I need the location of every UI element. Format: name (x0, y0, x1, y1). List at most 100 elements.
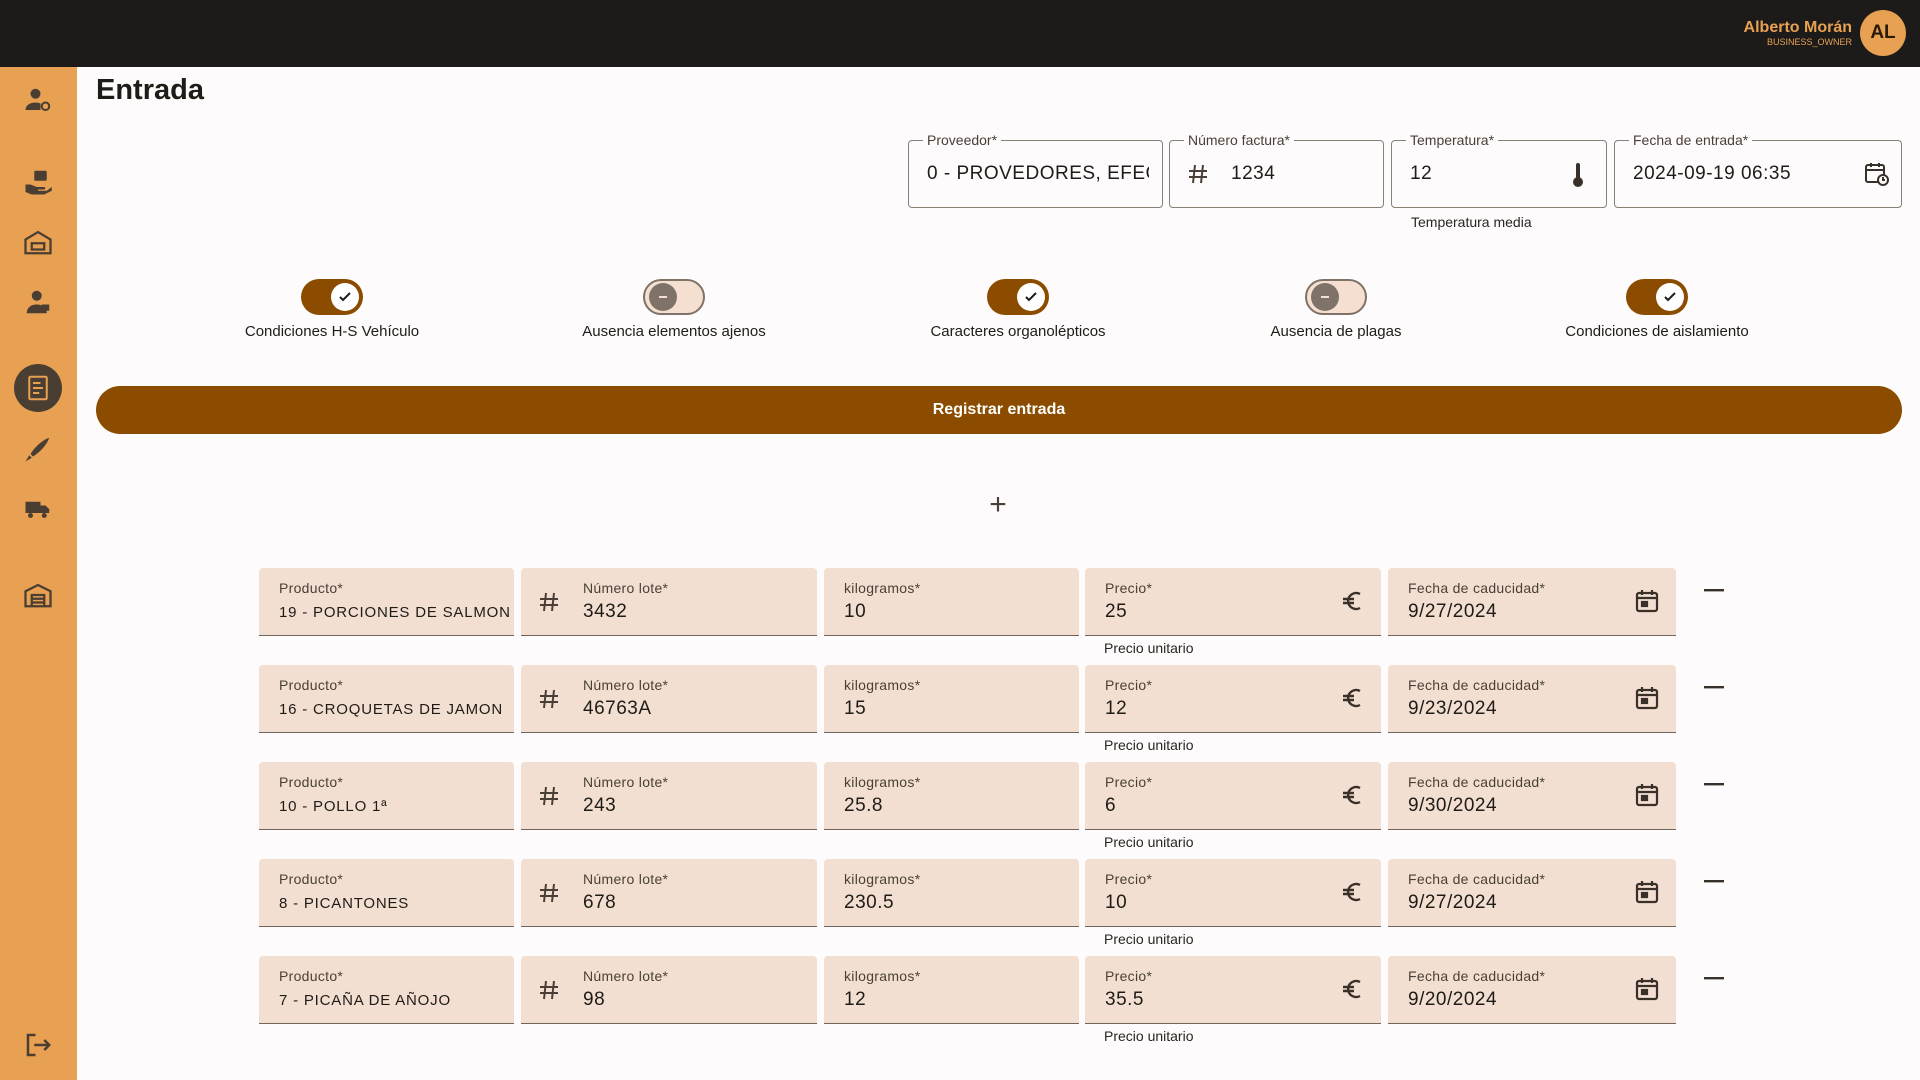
precio-field[interactable]: Precio* 25 (1085, 568, 1381, 636)
nav-employee-icon[interactable] (12, 279, 64, 325)
toggle-label: Condiciones H-S Vehículo (244, 323, 420, 340)
product-row: Producto* 16 - CROQUETAS DE JAMON Número… (259, 665, 1734, 753)
calendar-clock-icon[interactable] (1863, 160, 1891, 193)
euro-icon (1339, 685, 1365, 716)
nav-delivery-truck-icon[interactable] (12, 485, 64, 531)
proveedor-value: 0 - PROVEDORES, EFECTIVO (927, 163, 1149, 184)
remove-row-button[interactable] (1699, 964, 1729, 994)
nav-logout-icon[interactable] (12, 1022, 64, 1068)
hash-icon (537, 978, 561, 1007)
toggle-switch[interactable] (643, 279, 705, 315)
kilogramos-field[interactable]: kilogramos* 12 (824, 956, 1079, 1024)
precio-helper: Precio unitario (1104, 640, 1194, 656)
temperatura-field[interactable]: Temperatura* 12 (1391, 132, 1607, 208)
precio-helper: Precio unitario (1104, 737, 1194, 753)
fecha-caducidad-field[interactable]: Fecha de caducidad* 9/20/2024 (1388, 956, 1676, 1024)
numero-lote-label: Número lote* (583, 774, 669, 790)
kilogramos-label: kilogramos* (844, 580, 921, 596)
numero-lote-field[interactable]: Número lote* 243 (521, 762, 817, 830)
producto-value: 10 - POLLO 1ª (279, 798, 388, 815)
fecha-caducidad-field[interactable]: Fecha de caducidad* 9/27/2024 (1388, 859, 1676, 927)
precio-field[interactable]: Precio* 35.5 (1085, 956, 1381, 1024)
numero-lote-label: Número lote* (583, 871, 669, 887)
fecha-caducidad-value: 9/30/2024 (1408, 795, 1498, 816)
numero-lote-field[interactable]: Número lote* 46763A (521, 665, 817, 733)
minus-icon (1311, 283, 1339, 311)
remove-row-button[interactable] (1699, 867, 1729, 897)
avatar[interactable]: AL (1860, 10, 1906, 56)
precio-field[interactable]: Precio* 12 (1085, 665, 1381, 733)
precio-value: 6 (1105, 795, 1117, 816)
nav-warehouse-icon[interactable] (12, 572, 64, 618)
kilogramos-field[interactable]: kilogramos* 230.5 (824, 859, 1079, 927)
producto-field[interactable]: Producto* 10 - POLLO 1ª (259, 762, 514, 830)
toggle-switch[interactable] (1626, 279, 1688, 315)
precio-helper: Precio unitario (1104, 931, 1194, 947)
product-row: Producto* 19 - PORCIONES DE SALMON Númer… (259, 568, 1734, 656)
numero-lote-label: Número lote* (583, 677, 669, 693)
fecha-caducidad-value: 9/23/2024 (1408, 698, 1498, 719)
producto-field[interactable]: Producto* 16 - CROQUETAS DE JAMON (259, 665, 514, 733)
fecha-caducidad-field[interactable]: Fecha de caducidad* 9/30/2024 (1388, 762, 1676, 830)
numero-lote-field[interactable]: Número lote* 98 (521, 956, 817, 1024)
fecha-caducidad-field[interactable]: Fecha de caducidad* 9/27/2024 (1388, 568, 1676, 636)
kilogramos-field[interactable]: kilogramos* 25.8 (824, 762, 1079, 830)
producto-field[interactable]: Producto* 8 - PICANTONES (259, 859, 514, 927)
calendar-icon[interactable] (1634, 685, 1660, 716)
precio-helper: Precio unitario (1104, 834, 1194, 850)
fecha-caducidad-label: Fecha de caducidad* (1408, 677, 1546, 693)
euro-icon (1339, 782, 1365, 813)
nav-user-settings-icon[interactable] (12, 77, 64, 123)
product-row: Producto* 10 - POLLO 1ª Número lote* 243… (259, 762, 1734, 850)
registrar-entrada-button[interactable]: Registrar entrada (96, 386, 1902, 434)
kilogramos-field[interactable]: kilogramos* 15 (824, 665, 1079, 733)
numero-lote-value: 678 (583, 892, 617, 913)
nav-hand-delivery-icon[interactable] (12, 159, 64, 205)
precio-value: 25 (1105, 601, 1128, 622)
numero-lote-field[interactable]: Número lote* 3432 (521, 568, 817, 636)
numero-lote-field[interactable]: Número lote* 678 (521, 859, 817, 927)
add-row-button[interactable]: + (982, 488, 1014, 521)
user-name: Alberto Morán (1743, 18, 1852, 36)
toggle-condiciones-aislamiento: Condiciones de aislamiento (1527, 279, 1787, 340)
temperatura-label: Temperatura* (1406, 132, 1499, 148)
page-title: Entrada (96, 74, 204, 106)
calendar-icon[interactable] (1634, 976, 1660, 1007)
kilogramos-label: kilogramos* (844, 968, 921, 984)
producto-field[interactable]: Producto* 19 - PORCIONES DE SALMON (259, 568, 514, 636)
numero-factura-value: 1234 (1231, 163, 1276, 184)
fecha-caducidad-field[interactable]: Fecha de caducidad* 9/23/2024 (1388, 665, 1676, 733)
check-icon (331, 283, 359, 311)
user-role: BUSINESS_OWNER (1766, 36, 1852, 47)
remove-row-button[interactable] (1699, 770, 1729, 800)
toggle-switch[interactable] (1305, 279, 1367, 315)
numero-lote-value: 243 (583, 795, 617, 816)
temperatura-helper: Temperatura media (1411, 214, 1532, 230)
remove-row-button[interactable] (1699, 673, 1729, 703)
precio-value: 12 (1105, 698, 1128, 719)
calendar-icon[interactable] (1634, 782, 1660, 813)
remove-row-button[interactable] (1699, 576, 1729, 606)
proveedor-select[interactable]: Proveedor* 0 - PROVEDORES, EFECTIVO (908, 132, 1163, 208)
precio-field[interactable]: Precio* 10 (1085, 859, 1381, 927)
calendar-icon[interactable] (1634, 588, 1660, 619)
fecha-entrada-label: Fecha de entrada* (1629, 132, 1753, 148)
nav-warehouse-truck-icon[interactable] (12, 219, 64, 265)
calendar-icon[interactable] (1634, 879, 1660, 910)
toggle-condiciones-hs-vehiculo: Condiciones H-S Vehículo (202, 279, 462, 340)
toggle-switch[interactable] (301, 279, 363, 315)
kilogramos-label: kilogramos* (844, 677, 921, 693)
nav-knife-icon[interactable] (12, 426, 64, 472)
euro-icon (1339, 588, 1365, 619)
user-menu[interactable]: Alberto Morán BUSINESS_OWNER AL (1744, 10, 1906, 56)
toggle-ausencia-plagas: Ausencia de plagas (1206, 279, 1466, 340)
numero-factura-field[interactable]: Número factura* 1234 (1169, 132, 1384, 208)
producto-field[interactable]: Producto* 7 - PICAÑA DE AÑOJO (259, 956, 514, 1024)
producto-value: 8 - PICANTONES (279, 895, 410, 912)
precio-field[interactable]: Precio* 6 (1085, 762, 1381, 830)
toggle-switch[interactable] (987, 279, 1049, 315)
fecha-entrada-field[interactable]: Fecha de entrada* 2024-09-19 06:35 (1614, 132, 1902, 208)
nav-invoice-entry-icon[interactable] (14, 364, 62, 412)
precio-label: Precio* (1105, 580, 1153, 596)
kilogramos-field[interactable]: kilogramos* 10 (824, 568, 1079, 636)
